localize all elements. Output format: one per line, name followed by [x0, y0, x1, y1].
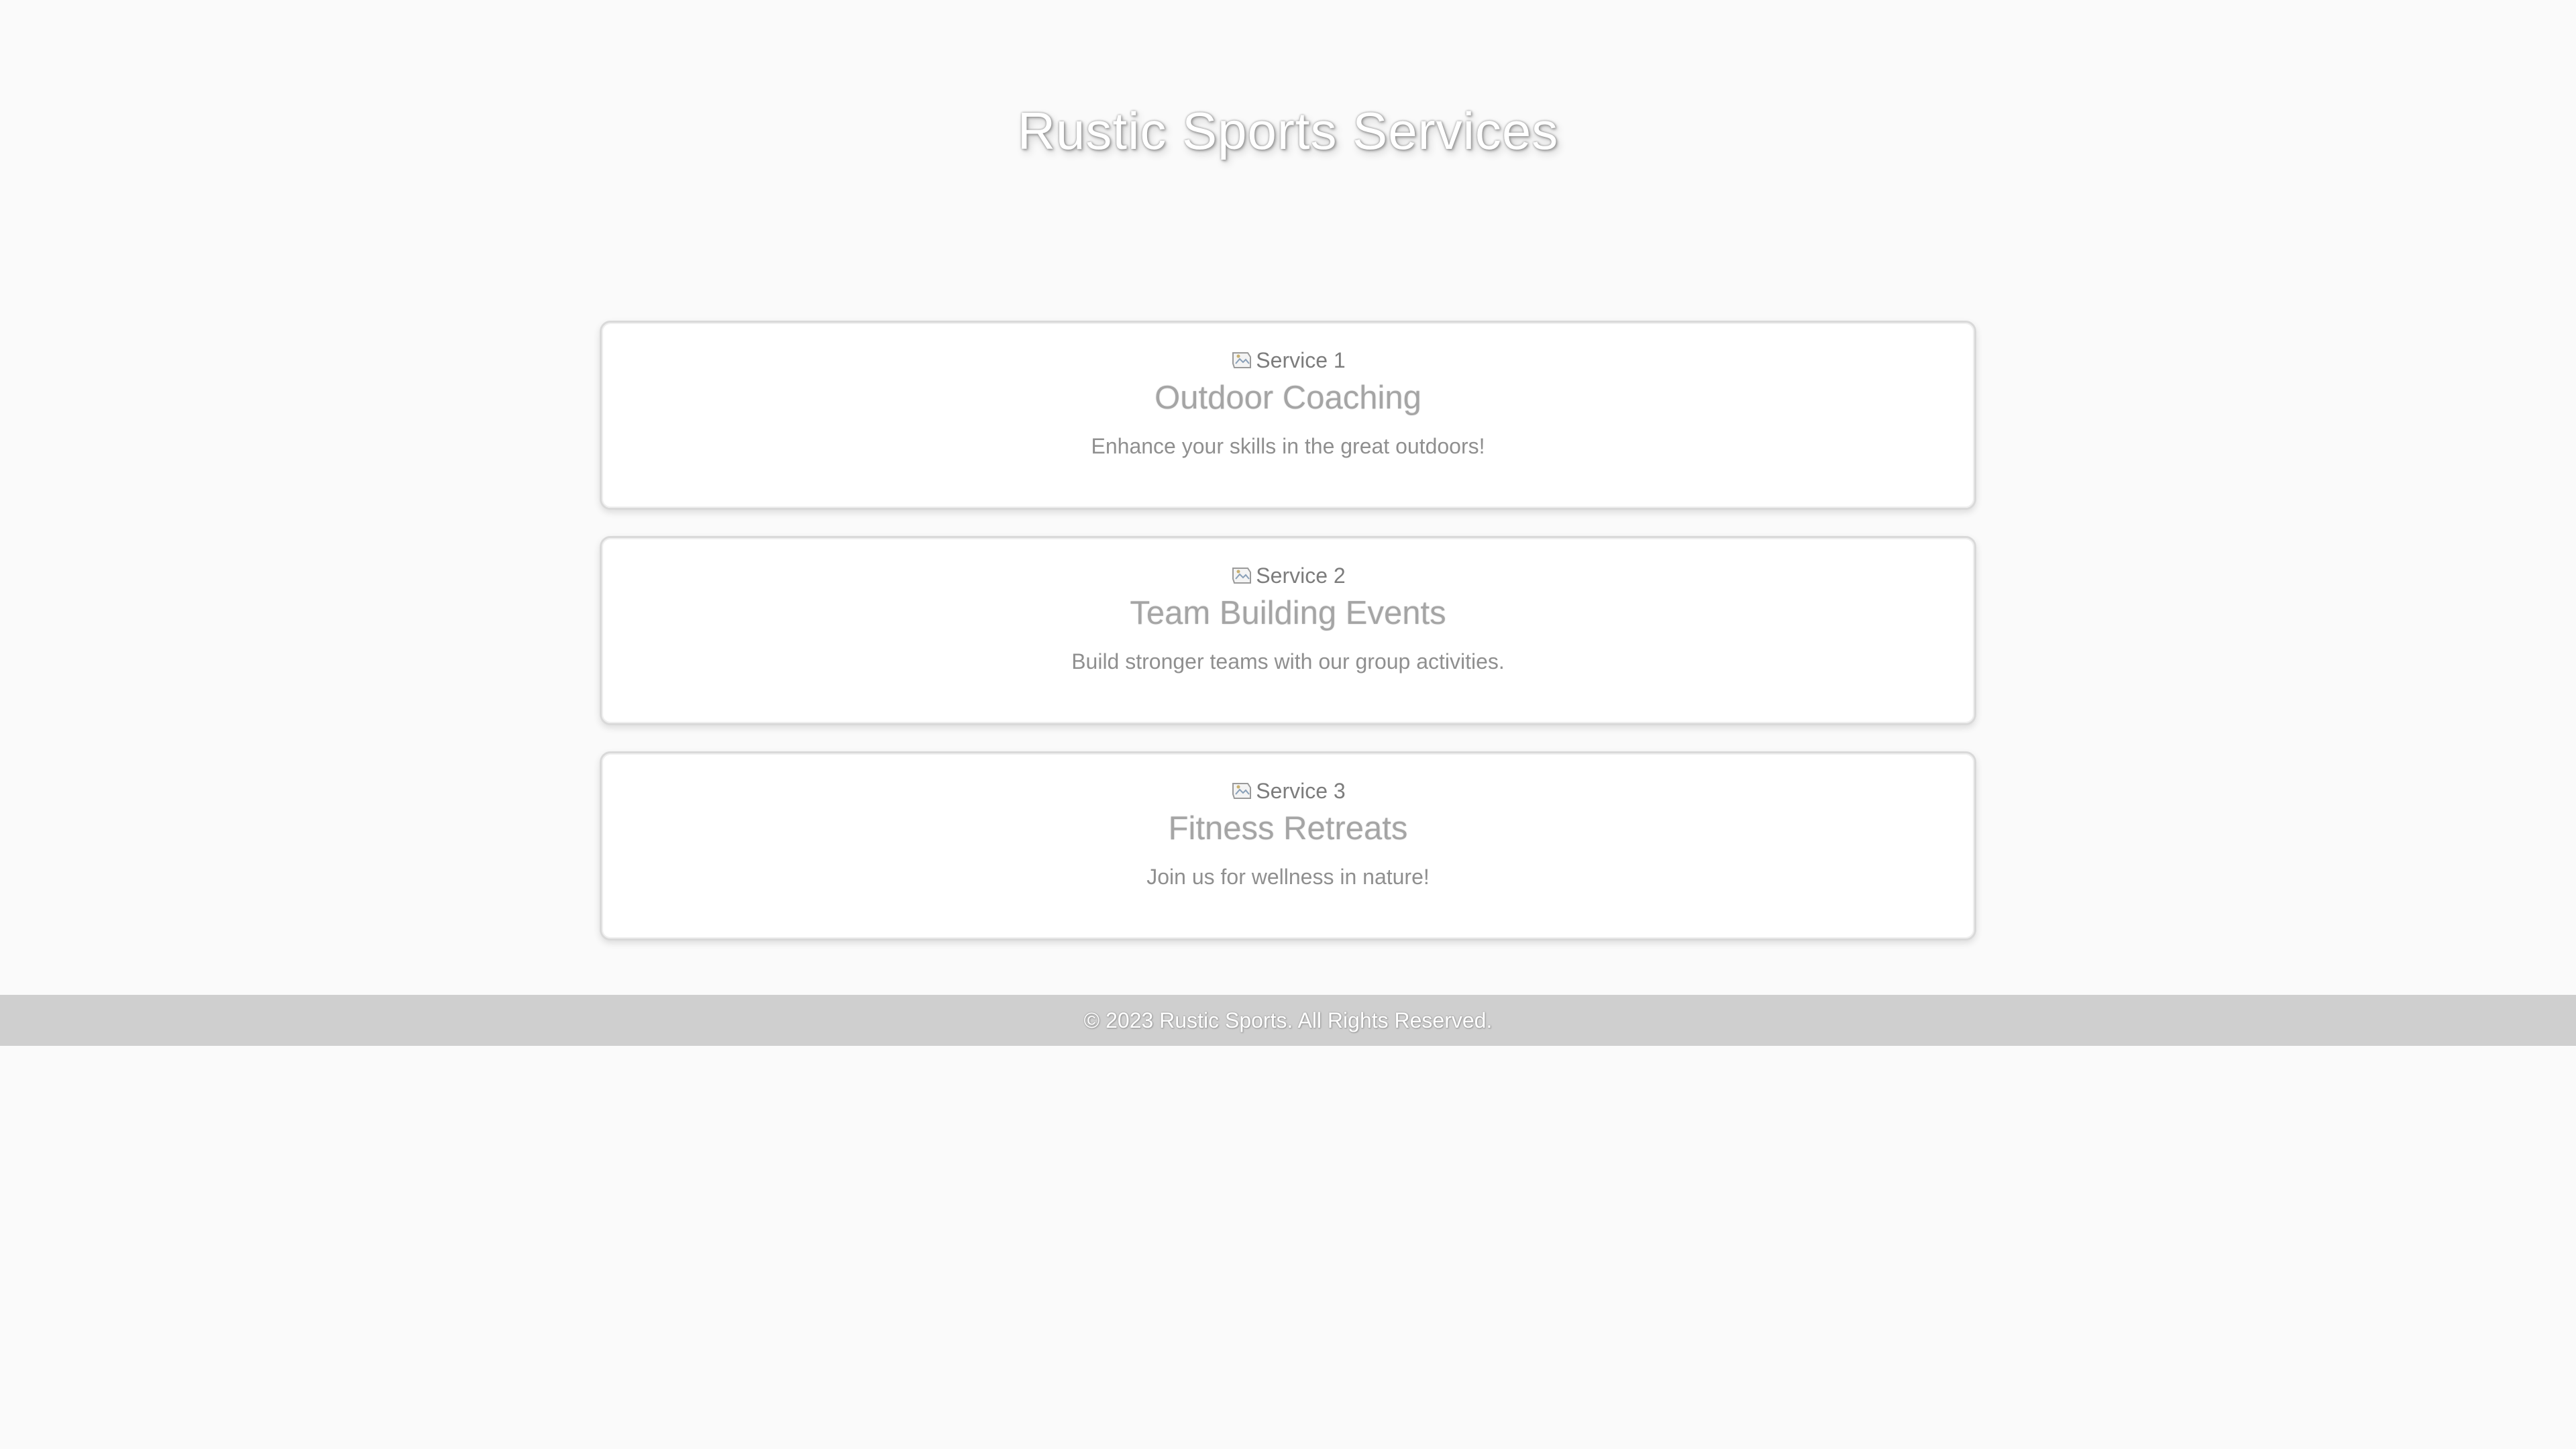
broken-image-icon	[1230, 349, 1253, 372]
broken-image-icon	[1230, 564, 1253, 587]
page-header: Rustic Sports Services	[0, 0, 2576, 268]
service-image-alt: Service 1	[1256, 347, 1346, 372]
service-card: Service 1 Outdoor Coaching Enhance your …	[600, 321, 1976, 510]
service-image-alt: Service 2	[1256, 563, 1346, 588]
service-image: Service 1	[1230, 347, 1346, 374]
service-card: Service 3 Fitness Retreats Join us for w…	[600, 751, 1976, 941]
page-title: Rustic Sports Services	[1017, 101, 1559, 160]
service-description: Build stronger teams with our group acti…	[1071, 649, 1505, 674]
service-title: Fitness Retreats	[1168, 810, 1408, 847]
service-description: Join us for wellness in nature!	[1146, 865, 1430, 889]
services-list: Service 1 Outdoor Coaching Enhance your …	[600, 321, 1976, 967]
service-image: Service 2	[1230, 562, 1346, 589]
service-title: Team Building Events	[1130, 595, 1446, 631]
service-card: Service 2 Team Building Events Build str…	[600, 536, 1976, 725]
copyright-text: © 2023 Rustic Sports. All Rights Reserve…	[1083, 1008, 1493, 1032]
page-footer: © 2023 Rustic Sports. All Rights Reserve…	[0, 995, 2576, 1046]
broken-image-icon	[1230, 780, 1253, 802]
service-image: Service 3	[1230, 777, 1346, 804]
service-image-alt: Service 3	[1256, 778, 1346, 803]
service-title: Outdoor Coaching	[1155, 380, 1421, 416]
service-description: Enhance your skills in the great outdoor…	[1091, 434, 1485, 458]
